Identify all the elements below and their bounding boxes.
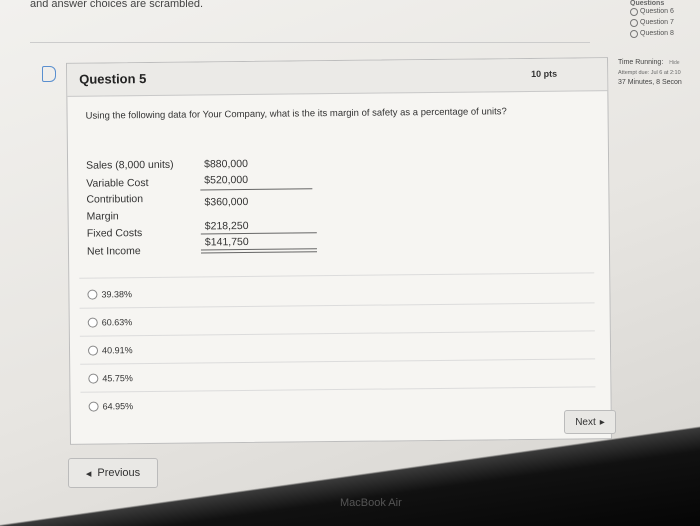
divider <box>80 386 596 393</box>
contribution-margin-value: $360,000 <box>204 195 249 209</box>
nav-item-label: Question 6 <box>640 8 674 15</box>
contribution-label: Contribution <box>86 193 144 206</box>
divider <box>79 302 595 309</box>
radio-icon[interactable] <box>87 317 98 328</box>
question-header: Question 5 10 pts <box>67 58 608 97</box>
question-card: Question 5 10 pts Using the following da… <box>66 57 612 445</box>
question-status-icon <box>630 29 638 38</box>
net-income-label: Net Income <box>86 245 141 258</box>
divider <box>30 42 590 43</box>
divider <box>79 330 595 337</box>
double-underline <box>201 251 318 254</box>
flag-icon[interactable] <box>42 66 56 82</box>
question-title: Question 5 <box>79 71 147 87</box>
radio-icon[interactable] <box>87 289 98 300</box>
attempt-due: Attempt due: Jul 6 at 2:10 <box>618 70 681 76</box>
radio-icon[interactable] <box>88 401 99 412</box>
answer-label: 60.63% <box>101 317 133 328</box>
instructions-text: and answer choices are scrambled. <box>30 0 204 10</box>
question-nav: Questions Question 6 Question 7 Question… <box>630 0 700 39</box>
sales-value: $880,000 <box>204 157 248 171</box>
variable-cost-value: $520,000 <box>204 173 249 187</box>
nav-item-question-8[interactable]: Question 8 <box>630 28 700 39</box>
underline <box>200 248 317 251</box>
answer-option[interactable]: 64.95% <box>88 401 134 412</box>
variable-cost-label: Variable Cost <box>86 176 149 190</box>
answer-label: 39.38% <box>101 289 133 300</box>
question-points: 10 pts <box>531 68 558 79</box>
question-status-icon <box>630 18 638 27</box>
radio-icon[interactable] <box>87 345 99 356</box>
answer-label: 45.75% <box>102 373 133 384</box>
previous-button[interactable]: ◂ Previous <box>68 458 158 488</box>
elapsed-time: 37 Minutes, 8 Secon <box>618 79 682 86</box>
chevron-left-icon: ◂ <box>85 467 92 480</box>
nav-item-label: Question 7 <box>640 19 674 26</box>
previous-label: Previous <box>97 467 141 479</box>
net-income-value: $141,750 <box>204 235 249 249</box>
underline <box>200 188 313 191</box>
nav-item-label: Question 8 <box>640 30 674 37</box>
answer-label: 40.91% <box>101 345 133 356</box>
answer-label: 64.95% <box>102 401 134 412</box>
timer-label: Time Running: <box>618 59 664 66</box>
screen: and answer choices are scrambled. Questi… <box>0 0 700 526</box>
device-brand: MacBook Air <box>340 497 402 509</box>
next-button[interactable]: Next ▸ <box>564 410 616 434</box>
chevron-right-icon: ▸ <box>599 416 605 428</box>
nav-item-question-6[interactable]: Question 6 <box>630 6 700 17</box>
next-label: Next <box>575 416 596 428</box>
answer-option[interactable]: 40.91% <box>87 345 133 356</box>
fixed-costs-label: Fixed Costs <box>86 227 143 240</box>
fixed-costs-value: $218,250 <box>204 219 249 233</box>
nav-item-question-7[interactable]: Question 7 <box>630 17 700 28</box>
sales-label: Sales (8,000 units) <box>86 158 174 172</box>
answer-option[interactable]: 45.75% <box>88 373 133 384</box>
margin-label: Margin <box>86 210 119 223</box>
answer-option[interactable]: 39.38% <box>87 289 133 300</box>
question-status-icon <box>630 7 638 16</box>
radio-icon[interactable] <box>88 373 99 384</box>
timer-panel: Time Running: Hide Attempt due: Jul 6 at… <box>618 58 700 88</box>
hide-timer-link[interactable]: Hide <box>669 60 679 66</box>
underline <box>200 232 317 235</box>
divider <box>79 272 595 279</box>
answer-option[interactable]: 60.63% <box>87 317 133 328</box>
question-text: Using the following data for Your Compan… <box>85 106 507 122</box>
divider <box>80 358 596 365</box>
